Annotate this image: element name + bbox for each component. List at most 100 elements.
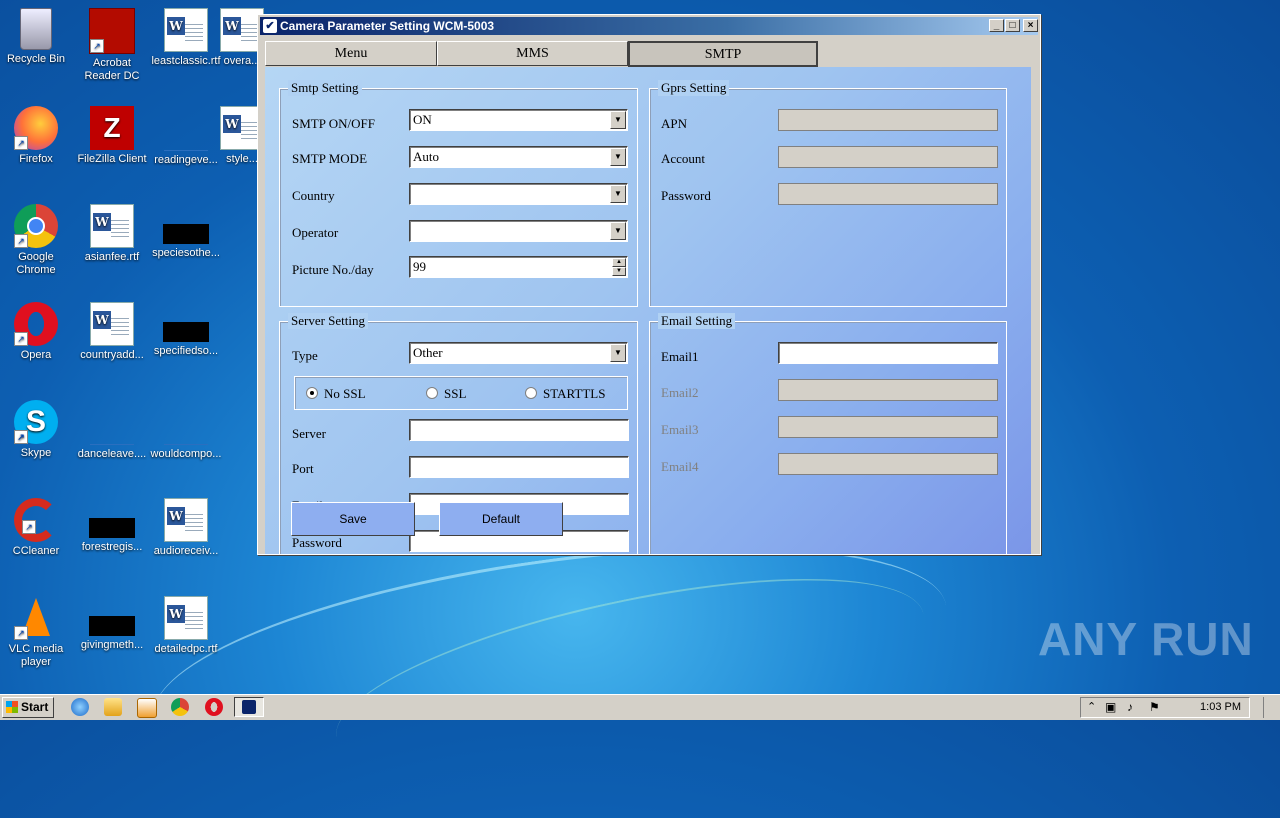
tab-mms[interactable]: MMS [437, 41, 628, 66]
email2-field[interactable] [778, 379, 998, 401]
maximize-button[interactable]: □ [1005, 19, 1020, 32]
desktop-icon-label: CCleaner [12, 545, 60, 557]
system-tray: ⌃ ▣ ♪ ⚑ 1:03 PM [1080, 697, 1250, 718]
desktop-icon-label: leastclassic.rtf [151, 55, 221, 67]
desktop-icon-file[interactable]: forestregis... [74, 498, 150, 554]
filezilla-icon: Z [90, 106, 134, 150]
apn-field[interactable] [778, 109, 998, 131]
gprs-setting-group: Gprs Setting APN Account Password [649, 80, 1007, 307]
server-label: Server [292, 426, 326, 441]
desktop-icon-file[interactable]: speciesothe... [148, 204, 224, 260]
server-password-label: Password [292, 535, 342, 550]
chevron-down-icon[interactable]: ▼ [610, 111, 626, 129]
desktop-icon-firefox[interactable]: ↗ Firefox [0, 106, 74, 166]
desktop-icon-file[interactable]: readingeve... [148, 106, 224, 167]
desktop-icon-opera[interactable]: ↗ Opera [0, 302, 74, 362]
apn-label: APN [661, 116, 688, 131]
close-button[interactable]: × [1023, 19, 1038, 32]
desktop-icon-file[interactable]: leastclassic.rtf [148, 8, 224, 68]
tab-smtp[interactable]: SMTP [628, 41, 818, 67]
app-icon: ✔ [263, 19, 277, 33]
smtp-panel: Smtp Setting SMTP ON/OFF ON ▼ SMTP MODE … [265, 67, 1031, 554]
flag-icon[interactable]: ⚑ [1149, 700, 1160, 714]
email1-field[interactable] [778, 342, 998, 364]
smtp-mode-label: SMTP MODE [292, 151, 368, 166]
desktop-icon-recycle-bin[interactable]: Recycle Bin [0, 8, 74, 66]
operator-select[interactable]: ▼ [409, 220, 628, 242]
camera-settings-taskbar-button[interactable] [234, 697, 264, 717]
select-value: ON [413, 112, 432, 127]
opera-taskbar-icon[interactable] [205, 698, 223, 716]
tray-expand-icon[interactable]: ⌃ [1087, 700, 1096, 713]
chevron-down-icon[interactable]: ▼ [610, 148, 626, 166]
desktop-icon-file[interactable]: asianfee.rtf [74, 204, 150, 264]
volume-icon[interactable]: ♪ [1127, 700, 1133, 714]
chrome-taskbar-icon[interactable] [171, 698, 189, 716]
chevron-down-icon[interactable]: ▼ [610, 222, 626, 240]
server-field[interactable] [409, 419, 629, 441]
server-type-select[interactable]: Other ▼ [409, 342, 628, 364]
opera-icon: ↗ [14, 302, 58, 346]
default-button[interactable]: Default [439, 502, 563, 536]
desktop-icon-filezilla[interactable]: Z FileZilla Client [74, 106, 150, 166]
desktop-icon-label: givingmeth... [80, 639, 144, 651]
select-value: Other [413, 345, 443, 360]
desktop-icon-label: countryadd... [80, 349, 144, 361]
smtp-onoff-select[interactable]: ON ▼ [409, 109, 628, 131]
group-title: Server Setting [288, 313, 369, 329]
gprs-password-field[interactable] [778, 183, 998, 205]
desktop-icon-file[interactable]: specifiedso... [148, 302, 224, 358]
port-field[interactable] [409, 456, 629, 478]
radio-unchecked-icon [426, 387, 438, 399]
desktop-icon-skype[interactable]: S ↗ Skype [0, 400, 74, 460]
media-player-icon[interactable] [137, 698, 157, 718]
radio-starttls[interactable]: STARTTLS [525, 386, 605, 402]
watermark: ANY RUN [1038, 613, 1254, 665]
word-doc-icon [164, 498, 208, 542]
radio-label: SSL [444, 386, 467, 401]
email4-field[interactable] [778, 453, 998, 475]
email-setting-group: Email Setting Email1 Email2 Email3 Email… [649, 313, 1007, 554]
chevron-down-icon[interactable]: ▼ [610, 344, 626, 362]
desktop-icon-chrome[interactable]: ↗ Google Chrome [0, 204, 74, 277]
spin-down-icon[interactable]: ▼ [612, 267, 626, 276]
spin-up-icon[interactable]: ▲ [612, 258, 626, 267]
shortcut-arrow-icon: ↗ [14, 430, 28, 444]
desktop-icon-vlc[interactable]: ↗ VLC media player [0, 596, 74, 669]
app-icon [242, 700, 256, 714]
smtp-mode-select[interactable]: Auto ▼ [409, 146, 628, 168]
desktop-icon-file[interactable]: countryadd... [74, 302, 150, 362]
vlc-icon: ↗ [14, 596, 58, 640]
show-desktop-button[interactable] [1263, 697, 1278, 718]
desktop-icon-acrobat[interactable]: ↗ Acrobat Reader DC [74, 8, 150, 83]
desktop-icon-file[interactable]: danceleave.... [74, 400, 150, 461]
desktop-icon-label: Firefox [19, 153, 53, 165]
clock[interactable]: 1:03 PM [1200, 698, 1241, 717]
start-button[interactable]: Start [2, 697, 54, 718]
desktop-icon-file[interactable]: detailedpc.rtf [148, 596, 224, 656]
country-select[interactable]: ▼ [409, 183, 628, 205]
radio-ssl[interactable]: SSL [426, 386, 466, 402]
picture-per-day-spinner[interactable]: 99 ▲ ▼ [409, 256, 628, 278]
file-icon [89, 616, 135, 636]
shortcut-arrow-icon: ↗ [90, 39, 104, 53]
file-explorer-icon[interactable] [104, 698, 122, 716]
desktop-icon-file[interactable]: wouldcompo... [148, 400, 224, 461]
email3-field[interactable] [778, 416, 998, 438]
title-bar[interactable]: ✔ Camera Parameter Setting WCM-5003 _ □ × [260, 17, 1038, 35]
network-icon[interactable]: ▣ [1105, 700, 1116, 714]
radio-no-ssl[interactable]: No SSL [306, 386, 366, 402]
tab-menu[interactable]: Menu [265, 41, 437, 66]
desktop-icon-ccleaner[interactable]: ↗ CCleaner [0, 498, 74, 558]
chevron-down-icon[interactable]: ▼ [610, 185, 626, 203]
minimize-button[interactable]: _ [989, 19, 1004, 32]
firefox-icon: ↗ [14, 106, 58, 150]
file-icon [164, 426, 208, 445]
desktop-icon-file[interactable]: audioreceiv... [148, 498, 224, 558]
save-button[interactable]: Save [291, 502, 415, 536]
recycle-bin-icon [20, 8, 52, 50]
desktop-icon-label: danceleave.... [77, 448, 147, 460]
account-field[interactable] [778, 146, 998, 168]
internet-explorer-icon[interactable] [71, 698, 89, 716]
desktop-icon-file[interactable]: givingmeth... [74, 596, 150, 652]
